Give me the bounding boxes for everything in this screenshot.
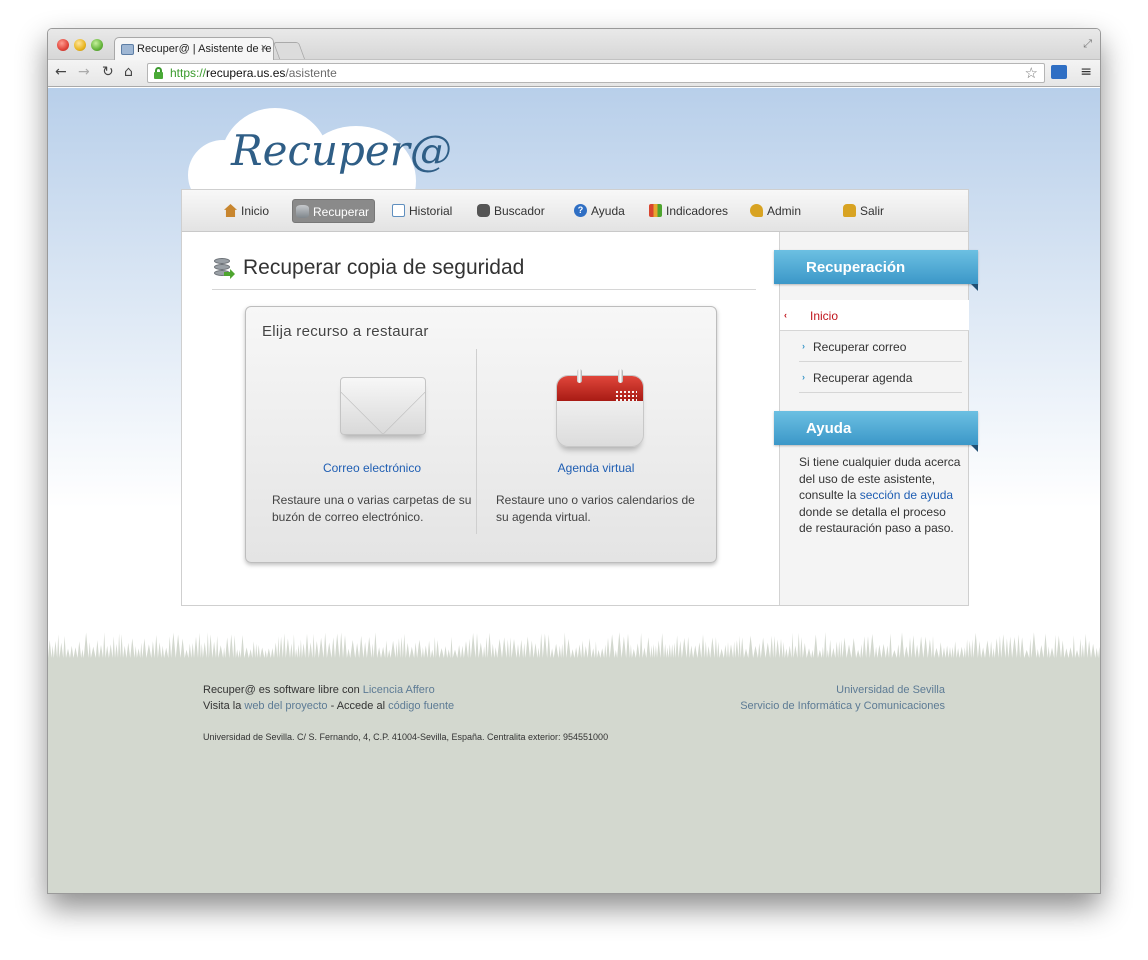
sidebar-item-label: Recuperar agenda	[813, 371, 913, 385]
menu-item-salir[interactable]: Salir	[840, 199, 889, 223]
address-bar[interactable]: https://recupera.us.es/asistente ☆	[147, 63, 1045, 83]
menu-item-label: Ayuda	[591, 204, 625, 218]
back-arrow-icon[interactable]: ←	[55, 64, 67, 80]
menu-item-recuperar[interactable]: Recuperar	[292, 199, 376, 223]
site-logo[interactable]: Recuper@	[231, 126, 452, 175]
zoom-window-button[interactable]	[91, 39, 103, 51]
browser-toolbar: ← → ↻ ⌂ https://recupera.us.es/asistente…	[48, 60, 1100, 87]
sidebar: Recuperación ‹ Inicio › Recuperar correo…	[774, 232, 978, 605]
calendar-icon[interactable]	[556, 369, 644, 449]
url-protocol: https://	[170, 66, 207, 80]
resource-chooser: Elija recurso a restaurar Correo electró…	[245, 306, 717, 563]
menu-item-label: Historial	[409, 204, 453, 218]
license-link[interactable]: Licencia Affero	[363, 684, 435, 696]
menu-item-label: Recuperar	[313, 205, 370, 219]
key-icon	[750, 204, 763, 217]
menu-item-label: Admin	[767, 204, 802, 218]
bookmark-star-icon[interactable]: ☆	[1025, 64, 1038, 82]
project-web-link[interactable]: web del proyecto	[244, 700, 327, 712]
university-link[interactable]: Universidad de Sevilla	[836, 684, 945, 696]
reload-icon[interactable]: ↻	[102, 64, 114, 80]
favicon-icon	[121, 44, 134, 55]
help-section-link[interactable]: sección de ayuda	[860, 488, 953, 502]
help-header: Ayuda	[774, 411, 978, 452]
help-text-after: donde se detalla el proceso de restaurac…	[799, 504, 954, 536]
sidebar-item-label: Inicio	[810, 309, 839, 323]
browser-menu-icon[interactable]: ≡	[1080, 64, 1092, 80]
help-icon: ?	[574, 204, 587, 217]
browser-window: Recuper@ | Asistente de re × ⤢ ← → ↻ ⌂ h…	[47, 28, 1101, 894]
menu-item-ayuda[interactable]: ? Ayuda	[571, 199, 630, 223]
footer-access-text: - Accede al	[327, 700, 389, 712]
browser-tab[interactable]: Recuper@ | Asistente de re ×	[114, 37, 274, 61]
recovery-header: Recuperación	[774, 250, 978, 291]
calendar-option-link[interactable]: Agenda virtual	[486, 461, 706, 475]
close-window-button[interactable]	[57, 39, 69, 51]
browser-tabstrip: Recuper@ | Asistente de re × ⤢	[48, 29, 1100, 61]
footer-license-line: Recuper@ es software libre con Licencia …	[203, 684, 435, 696]
option-calendar[interactable]: Agenda virtual Restaure uno o varios cal…	[486, 357, 706, 547]
email-option-link[interactable]: Correo electrónico	[262, 461, 482, 475]
menu-item-indicadores[interactable]: Indicadores	[646, 199, 733, 223]
main-content: Recuperar copia de seguridad Elija recur…	[182, 232, 779, 605]
envelope-icon[interactable]	[340, 377, 426, 435]
binoculars-icon	[477, 204, 490, 217]
grass-decoration	[48, 632, 1100, 658]
database-restore-icon	[296, 205, 309, 218]
sidebar-item-recuperar-agenda[interactable]: › Recuperar agenda	[799, 362, 962, 393]
main-menu: Inicio Recuperar Historial Buscador ? Ay…	[182, 190, 968, 232]
forward-arrow-icon[interactable]: →	[78, 64, 90, 80]
fullscreen-icon[interactable]: ⤢	[1083, 37, 1092, 51]
bar-chart-icon	[649, 204, 662, 217]
content-container: Inicio Recuperar Historial Buscador ? Ay…	[181, 189, 978, 606]
footer-address: Universidad de Sevilla. C/ S. Fernando, …	[203, 732, 609, 742]
sidebar-item-label: Recuperar correo	[813, 340, 907, 354]
menu-item-label: Inicio	[241, 204, 270, 218]
database-restore-icon	[212, 258, 235, 280]
extension-icon[interactable]	[1051, 65, 1067, 79]
service-link[interactable]: Servicio de Informática y Comunicaciones	[740, 700, 945, 712]
sidebar-item-recuperar-correo[interactable]: › Recuperar correo	[799, 331, 962, 362]
page-title-text: Recuperar copia de seguridad	[243, 256, 525, 279]
help-text: Si tiene cualquier duda acerca del uso d…	[799, 454, 962, 537]
chevron-right-icon: ›	[802, 372, 805, 382]
email-option-description: Restaure una o varias carpetas de su buz…	[272, 493, 472, 524]
footer-service: Servicio de Informática y Comunicaciones	[740, 700, 945, 712]
exit-lock-icon	[843, 204, 856, 217]
chooser-title: Elija recurso a restaurar	[262, 323, 429, 340]
chevron-left-icon: ‹	[784, 310, 787, 320]
option-email[interactable]: Correo electrónico Restaure una o varias…	[262, 357, 482, 547]
url-path: /asistente	[285, 66, 337, 80]
footer-university: Universidad de Sevilla	[836, 684, 945, 696]
recovery-nav: ‹ Inicio › Recuperar correo › Recuperar …	[780, 300, 969, 393]
chevron-right-icon: ›	[802, 341, 805, 351]
sidebar-item-inicio[interactable]: ‹ Inicio	[780, 300, 969, 331]
menu-item-historial[interactable]: Historial	[389, 199, 457, 223]
home-icon[interactable]: ⌂	[124, 64, 133, 80]
menu-item-label: Indicadores	[666, 204, 729, 218]
home-icon	[224, 204, 237, 217]
menu-item-buscador[interactable]: Buscador	[474, 199, 550, 223]
menu-item-label: Buscador	[494, 204, 545, 218]
footer-visit-text: Visita la	[203, 700, 245, 712]
lock-icon	[154, 67, 163, 79]
menu-item-label: Salir	[860, 204, 885, 218]
url-host: recupera.us.es	[206, 66, 286, 80]
page-title: Recuperar copia de seguridad	[212, 256, 756, 290]
footer: Recuper@ es software libre con Licencia …	[48, 658, 1100, 893]
menu-item-admin[interactable]: Admin	[747, 199, 806, 223]
calendar-option-description: Restaure uno o varios calendarios de su …	[496, 493, 695, 524]
tab-title: Recuper@ | Asistente de re	[137, 43, 272, 55]
page-viewport: Recuper@ Inicio Recuperar Historial Busc	[48, 88, 1100, 893]
history-chart-icon	[392, 204, 405, 217]
menu-item-inicio[interactable]: Inicio	[221, 199, 274, 223]
minimize-window-button[interactable]	[74, 39, 86, 51]
footer-project-line: Visita la web del proyecto - Accede al c…	[203, 700, 454, 712]
tab-close-icon[interactable]: ×	[261, 42, 267, 54]
new-tab-button[interactable]	[272, 42, 306, 59]
source-code-link[interactable]: código fuente	[388, 700, 454, 712]
footer-license-text: Recuper@ es software libre con	[203, 684, 363, 696]
